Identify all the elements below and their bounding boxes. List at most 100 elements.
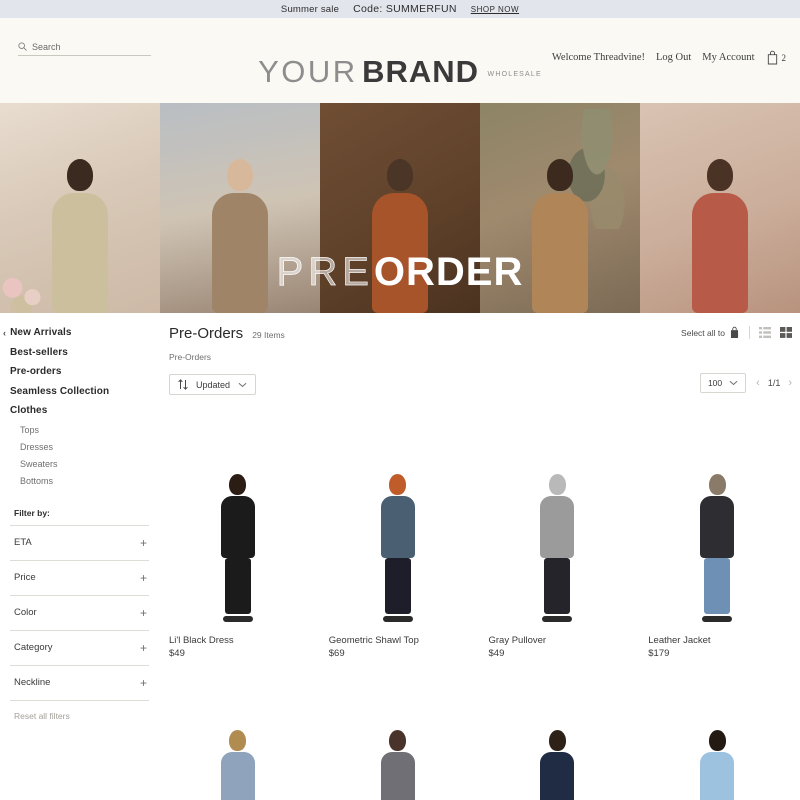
previous-page-button[interactable]: ‹ [756, 377, 760, 389]
brand-subtitle: WHOLESALE [487, 71, 542, 78]
list-view-button[interactable] [759, 327, 771, 338]
product-image[interactable] [328, 669, 467, 800]
page-indicator: 1/1 [767, 378, 781, 388]
product-price: $49 [488, 648, 505, 659]
filter-color[interactable]: Color + [10, 594, 149, 630]
product-card[interactable]: Gray Pullover $49 [488, 413, 627, 659]
my-account-link[interactable]: My Account [702, 52, 754, 63]
logout-link[interactable]: Log Out [656, 52, 691, 63]
sidebar-item-clothes[interactable]: Clothes [10, 405, 149, 416]
filter-heading: Filter by: [14, 507, 50, 518]
page-size-dropdown[interactable]: 100 [699, 373, 747, 393]
next-page-button[interactable]: › [788, 377, 792, 389]
filter-eta[interactable]: ETA + [10, 524, 149, 560]
promo-code-text: Code: SUMMERFUN [353, 3, 457, 15]
shopping-bag-icon [730, 326, 739, 338]
sidebar: ‹ New Arrivals Best-sellers Pre-orders S… [0, 313, 165, 800]
shop-now-link[interactable]: SHOP NOW [471, 5, 519, 14]
product-model-shoes [382, 616, 413, 622]
product-card[interactable]: Geometric Shawl Top $69 [328, 413, 467, 659]
chevron-down-icon [238, 382, 247, 387]
plus-icon: + [139, 605, 147, 620]
sort-value: Updated [196, 379, 231, 390]
sort-arrows-icon [178, 379, 188, 390]
product-price: $49 [169, 648, 185, 659]
product-name: Li'l Black Dress [169, 635, 234, 646]
sort-dropdown[interactable]: Updated [169, 374, 257, 395]
product-image[interactable] [488, 669, 627, 800]
filter-category[interactable]: Category + [10, 629, 149, 665]
reset-filters-link[interactable]: Reset all filters [10, 699, 149, 721]
product-card[interactable]: Leather Jacket $179 [648, 413, 786, 659]
sidebar-item-seamless-collection[interactable]: Seamless Collection [10, 386, 149, 397]
promo-bar: Summer sale Code: SUMMERFUN SHOP NOW [0, 0, 800, 18]
product-image[interactable] [648, 413, 786, 628]
search-input[interactable] [32, 42, 142, 52]
product-card[interactable] [328, 669, 467, 800]
product-price: $179 [648, 648, 670, 659]
filter-label: Price [14, 572, 36, 583]
sidebar-subitem-tops[interactable]: Tops [20, 425, 149, 435]
sidebar-subitem-bottoms[interactable]: Bottoms [20, 476, 149, 486]
shopping-bag-icon [767, 50, 777, 65]
site-header: YOUR BRAND WHOLESALE Welcome Threadvine!… [0, 18, 800, 114]
select-all-button[interactable]: Select all to [681, 326, 740, 339]
page-title: Pre-Orders [169, 325, 244, 342]
sidebar-item-label: Best-sellers [10, 346, 68, 358]
sidebar-item-best-sellers[interactable]: Best-sellers [10, 347, 149, 358]
filter-label: Neckline [14, 677, 51, 688]
product-model-figure [220, 474, 255, 622]
plus-icon: + [139, 570, 147, 585]
product-image[interactable] [488, 413, 627, 628]
filter-label: Color [14, 607, 37, 618]
chevron-down-icon [729, 380, 738, 386]
product-model-figure [700, 730, 735, 800]
product-name: Gray Pullover [488, 635, 547, 646]
chevron-left-icon: ‹ [3, 327, 7, 338]
brand-first-word: YOUR [258, 54, 358, 89]
plus-icon: + [139, 535, 147, 550]
filter-neckline[interactable]: Neckline + [10, 664, 149, 700]
grid-view-button[interactable] [780, 327, 792, 338]
product-model-shoes [542, 616, 573, 622]
product-card[interactable] [169, 669, 307, 800]
sidebar-item-new-arrivals[interactable]: ‹ New Arrivals [3, 327, 149, 338]
sidebar-subitem-dresses[interactable]: Dresses [20, 442, 149, 452]
sidebar-item-label: New Arrivals [10, 327, 72, 338]
search-icon [18, 42, 27, 51]
filter-label: ETA [14, 537, 32, 548]
cart-button[interactable]: 2 [766, 50, 787, 65]
plus-icon: + [139, 640, 147, 655]
product-image[interactable] [169, 413, 307, 628]
product-name: Leather Jacket [648, 635, 711, 646]
account-bar: Welcome Threadvine! Log Out My Account 2 [552, 50, 786, 65]
hero-banner[interactable]: PREORDER [0, 103, 800, 313]
cart-count: 2 [781, 52, 787, 63]
product-model-shoes [702, 616, 733, 622]
product-model-figure [380, 474, 415, 622]
product-model-shoes [222, 616, 253, 622]
sidebar-item-label: Seamless Collection [10, 385, 110, 397]
hero-title: PREORDER [0, 250, 800, 295]
grid-view-icon [780, 327, 792, 338]
product-model-figure [540, 474, 575, 622]
sidebar-subitem-sweaters[interactable]: Sweaters [20, 459, 149, 469]
product-model-figure [540, 730, 575, 800]
product-name: Geometric Shawl Top [328, 635, 419, 646]
product-price: $69 [328, 648, 345, 659]
breadcrumb: Pre-Orders [169, 352, 212, 362]
product-model-figure [220, 730, 255, 800]
sidebar-item-pre-orders[interactable]: Pre-orders [10, 366, 149, 377]
product-model-figure [700, 474, 735, 622]
product-card[interactable] [648, 669, 786, 800]
product-card[interactable] [488, 669, 627, 800]
product-image[interactable] [328, 413, 467, 628]
product-card[interactable]: Li'l Black Dress $49 [169, 413, 307, 659]
product-image[interactable] [648, 669, 786, 800]
filter-price[interactable]: Price + [10, 559, 149, 595]
product-grid: Li'l Black Dress $49 Geometric Shawl Top $6… [169, 413, 786, 800]
plus-icon: + [139, 675, 147, 690]
hero-title-pre: PRE [276, 250, 374, 295]
select-all-label: Select all to [681, 327, 725, 338]
product-image[interactable] [169, 669, 307, 800]
